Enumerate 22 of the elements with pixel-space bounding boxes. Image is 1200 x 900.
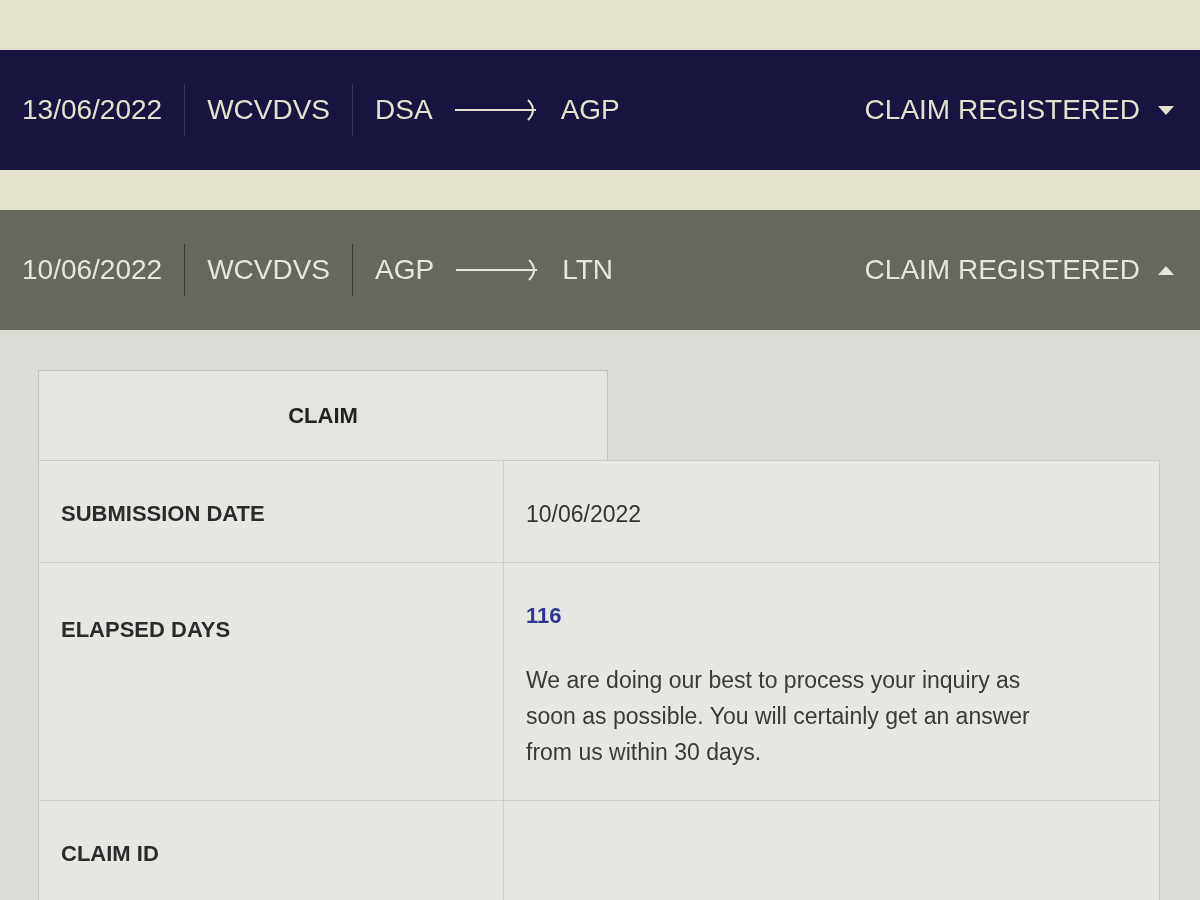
info-message: We are doing our best to process your inquiry as soon as possible. You will certainly get an answer from us within 30 days.	[526, 665, 1031, 767]
claim-summary-bar[interactable]: 13/06/2022 WCVDVS DSA AGP CLAIM REGISTERED	[0, 50, 1200, 170]
caret-down-icon	[1158, 105, 1174, 115]
day-count: 116	[526, 601, 562, 630]
origin-code: AGP	[375, 253, 435, 287]
claim-date: 10/06/2022	[22, 253, 163, 287]
arrow-icon	[454, 99, 539, 121]
booking-reference: WCVDVS	[207, 93, 331, 127]
field-label: ELAPSED DAYS	[61, 615, 231, 644]
claim-summary-bar[interactable]: 10/06/2022 WCVDVS AGP LTN CLAIM REGISTERED	[0, 210, 1200, 330]
claim-status: CLAIM REGISTERED	[864, 93, 1140, 127]
field-value: 10/06/2022	[526, 500, 642, 529]
destination-code: AGP	[560, 93, 620, 127]
claim-tab[interactable]: CLAIM	[38, 370, 608, 460]
field-label: CLAIM ID	[61, 839, 159, 868]
field-label: SUBMISSION DATE	[61, 500, 265, 528]
claim-date: 13/06/2022	[22, 93, 163, 127]
caret-up-icon	[1158, 265, 1174, 275]
destination-code: LTN	[562, 253, 613, 287]
claim-status: CLAIM REGISTERED	[864, 253, 1140, 287]
origin-code: DSA	[375, 93, 433, 127]
booking-reference: WCVDVS	[207, 253, 331, 287]
